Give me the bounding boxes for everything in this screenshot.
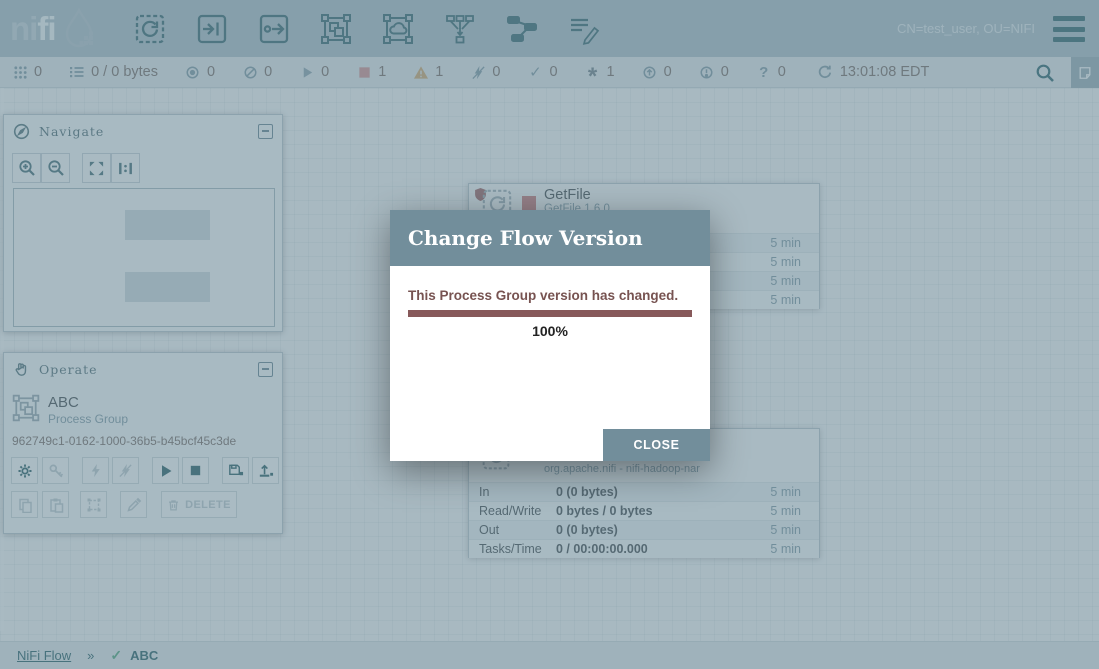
change-flow-version-dialog: Change Flow Version This Process Group v… <box>390 210 710 461</box>
dialog-title: Change Flow Version <box>408 226 643 250</box>
dialog-message: This Process Group version has changed. <box>408 288 678 303</box>
dialog-header: Change Flow Version <box>390 210 710 266</box>
close-button[interactable]: CLOSE <box>603 429 710 461</box>
progress-percent: 100% <box>390 323 710 339</box>
nifi-application: nifi <box>0 0 1099 669</box>
progress-bar <box>408 310 692 317</box>
